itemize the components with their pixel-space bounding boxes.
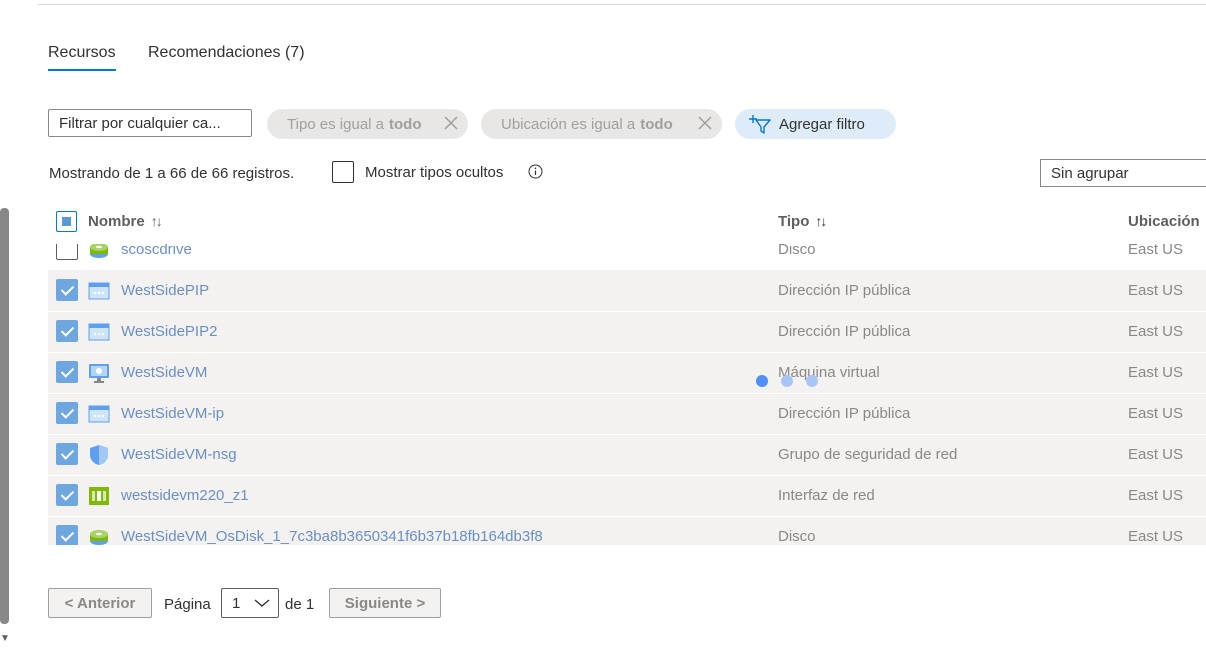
loading-dot xyxy=(781,375,793,387)
row-checkbox[interactable] xyxy=(56,279,78,301)
resource-type: Dirección IP pública xyxy=(778,405,911,422)
records-summary: Mostrando de 1 a 66 de 66 registros. xyxy=(49,165,295,182)
resource-name-link[interactable]: westsidevm220_z1 xyxy=(121,487,249,504)
table-row[interactable]: WestSideVM_OsDisk_1_7c3ba8b3650341f6b37b… xyxy=(48,517,1206,545)
resource-location: East US xyxy=(1128,487,1184,504)
sort-icon[interactable]: ↑↓ xyxy=(815,213,827,229)
resource-type: Dirección IP pública xyxy=(778,282,911,299)
resource-name-link[interactable]: scoscdrive xyxy=(121,244,192,258)
row-checkbox[interactable] xyxy=(56,402,78,424)
tab-resources[interactable]: Recursos xyxy=(48,44,116,71)
resource-type: Interfaz de red xyxy=(778,487,875,504)
resource-location: East US xyxy=(1128,446,1184,463)
table-row[interactable]: WestSideVM-nsg Grupo de seguridad de red… xyxy=(48,435,1206,476)
row-checkbox[interactable] xyxy=(56,361,78,383)
page-label: Página xyxy=(164,596,211,613)
location-filter-pill[interactable]: Ubicación es igual a todo xyxy=(481,109,722,139)
close-icon[interactable] xyxy=(442,114,460,132)
row-checkbox[interactable] xyxy=(56,484,78,506)
type-filter-value: todo xyxy=(389,115,422,133)
table-row[interactable]: WestSideVM Máquina virtual East US xyxy=(48,353,1206,394)
resource-type: Máquina virtual xyxy=(778,364,880,381)
resource-name-link[interactable]: WestSideVM-ip xyxy=(121,405,224,422)
page-number-select[interactable]: 1 xyxy=(221,588,279,618)
show-hidden-types-label: Mostrar tipos ocultos xyxy=(365,164,504,181)
resource-name-link[interactable]: WestSidePIP xyxy=(121,282,209,299)
top-divider xyxy=(38,4,1206,5)
resource-location: East US xyxy=(1128,528,1184,545)
column-header-location[interactable]: Ubicación xyxy=(1128,213,1200,230)
sort-icon[interactable]: ↑↓ xyxy=(151,213,163,229)
add-filter-label: Agregar filtro xyxy=(779,115,865,133)
disk-icon xyxy=(90,530,108,545)
page-number-value: 1 xyxy=(232,595,241,612)
resource-location: East US xyxy=(1128,364,1184,381)
show-hidden-types-checkbox[interactable] xyxy=(332,161,354,183)
next-page-button[interactable]: Siguiente > xyxy=(329,588,441,618)
type-filter-label: Tipo es igual a xyxy=(287,115,385,133)
close-icon[interactable] xyxy=(696,114,714,132)
loading-dot xyxy=(806,375,818,387)
scroll-down-arrow-icon[interactable]: ▼ xyxy=(0,634,10,644)
tab-recommendations[interactable]: Recomendaciones (7) xyxy=(148,44,305,62)
select-all-checkbox[interactable] xyxy=(56,211,77,232)
resource-type: Grupo de seguridad de red xyxy=(778,446,958,463)
location-filter-label: Ubicación es igual a xyxy=(501,115,636,133)
public-ip-icon xyxy=(88,282,110,300)
network-security-group-icon xyxy=(90,445,108,465)
column-header-name[interactable]: Nombre ↑↓ xyxy=(88,213,163,230)
info-icon[interactable] xyxy=(528,164,543,179)
resource-name-link[interactable]: WestSideVM-nsg xyxy=(121,446,237,463)
location-filter-value: todo xyxy=(640,115,673,133)
page-total-label: de 1 xyxy=(285,596,315,613)
add-filter-button[interactable]: Agregar filtro xyxy=(735,109,896,139)
public-ip-icon xyxy=(88,405,110,423)
column-header-type[interactable]: Tipo ↑↓ xyxy=(778,213,827,230)
vertical-scrollbar[interactable] xyxy=(0,208,9,624)
resource-name-link[interactable]: WestSidePIP2 xyxy=(121,323,217,340)
resource-type: Disco xyxy=(778,528,816,545)
virtual-machine-icon xyxy=(89,364,109,383)
column-header-name-label: Nombre xyxy=(88,213,145,230)
resource-location: East US xyxy=(1128,244,1184,258)
resource-type: Disco xyxy=(778,244,816,258)
row-checkbox[interactable] xyxy=(56,244,78,260)
resource-location: East US xyxy=(1128,323,1184,340)
row-checkbox[interactable] xyxy=(56,443,78,465)
table-row[interactable]: WestSidePIP Dirección IP pública East US xyxy=(48,271,1206,312)
disk-icon xyxy=(90,244,108,258)
filter-input[interactable] xyxy=(48,109,252,137)
table-row[interactable]: westsidevm220_z1 Interfaz de red East US xyxy=(48,476,1206,517)
group-by-select[interactable]: Sin agrupar xyxy=(1040,159,1206,187)
network-interface-icon xyxy=(89,487,109,505)
resource-location: East US xyxy=(1128,282,1184,299)
type-filter-pill[interactable]: Tipo es igual a todo xyxy=(267,109,468,139)
resource-name-link[interactable]: WestSideVM xyxy=(121,364,207,381)
table-row[interactable]: WestSidePIP2 Dirección IP pública East U… xyxy=(48,312,1206,353)
row-checkbox[interactable] xyxy=(56,320,78,342)
resource-name-link[interactable]: WestSideVM_OsDisk_1_7c3ba8b3650341f6b37b… xyxy=(121,528,543,545)
chevron-down-icon xyxy=(254,599,270,607)
resource-table-body: scoscdrive Disco East US WestSidePIP Dir… xyxy=(48,244,1206,545)
resource-location: East US xyxy=(1128,405,1184,422)
resource-type: Dirección IP pública xyxy=(778,323,911,340)
previous-page-button[interactable]: < Anterior xyxy=(48,588,152,618)
public-ip-icon xyxy=(88,323,110,341)
table-row[interactable]: WestSideVM-ip Dirección IP pública East … xyxy=(48,394,1206,435)
column-header-type-label: Tipo xyxy=(778,213,810,230)
add-filter-icon xyxy=(749,115,771,134)
loading-dot xyxy=(756,375,768,387)
table-row[interactable]: scoscdrive Disco East US xyxy=(48,244,1206,271)
row-checkbox[interactable] xyxy=(56,525,78,545)
